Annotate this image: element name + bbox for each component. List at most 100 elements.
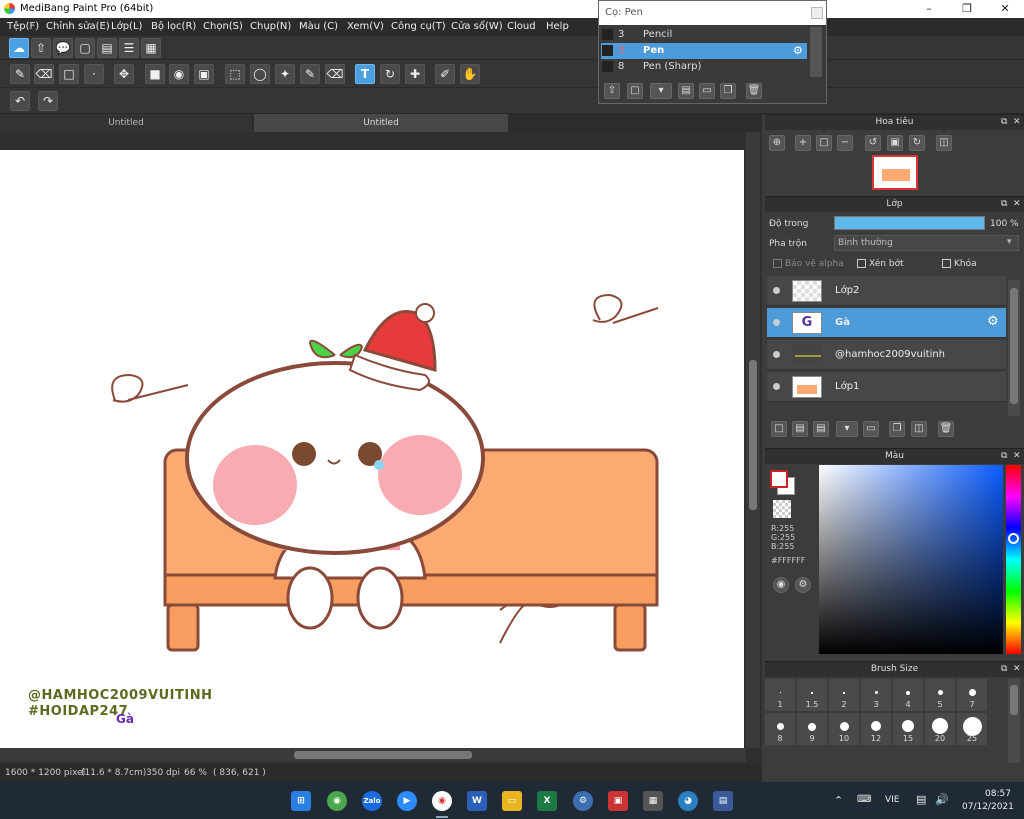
input-language[interactable]: VIE [885,795,900,805]
gradient-icon[interactable]: ▣ [194,64,214,84]
delete-brush-icon[interactable]: 🗑 [746,83,762,99]
layer-folder-icon[interactable]: ▭ [863,421,879,437]
opacity-slider[interactable] [834,216,985,230]
brush-icon[interactable]: ✎ [10,64,30,84]
protect-alpha-checkbox[interactable]: Bảo vệ alpha [773,259,844,269]
popout-icon[interactable]: ⧉ [1001,197,1007,212]
palette-icon[interactable]: ◉ [773,577,789,593]
menu-edit[interactable]: Chỉnh sửa(E) [46,21,110,32]
brush-size-cell[interactable]: 10 [829,713,859,745]
menu-tools[interactable]: Công cụ(T) [391,21,446,32]
canvas-vscroll-thumb[interactable] [749,360,757,510]
layer-row[interactable]: @hamhoc2009vuitinh [767,340,1006,370]
grid-icon[interactable]: ▦ [141,38,161,58]
brush-folder-icon[interactable]: ▭ [699,83,715,99]
layer-row[interactable]: G Gà ⚙ [767,308,1006,338]
undo-icon[interactable]: ↶ [10,91,30,111]
visibility-icon[interactable] [773,319,780,326]
brush-size-cell[interactable]: 5 [925,679,955,711]
brush-size-cell[interactable]: 20 [925,713,955,745]
menu-view[interactable]: Xem(V) [347,21,384,32]
canvas-hscroll[interactable] [0,748,746,762]
brush-popup-scrollbar[interactable] [810,27,822,77]
canvas-hscroll-thumb[interactable] [294,751,472,759]
popout-icon[interactable]: ⧉ [1001,662,1007,677]
clock-time[interactable]: 08:57 [985,789,1011,799]
hue-handle[interactable] [1008,533,1019,544]
visibility-icon[interactable] [773,351,780,358]
add-brush-cloud-icon[interactable]: ⇧ [604,83,620,99]
merge-layer-icon[interactable]: ◫ [911,421,927,437]
flip-icon[interactable]: ◫ [936,135,952,151]
brush-size-cell[interactable]: 1.5 [797,679,827,711]
app-green-icon[interactable]: ◉ [327,791,347,811]
layer-row[interactable]: Lớp1 [767,372,1006,402]
zalo-icon[interactable]: Zalo [362,791,382,811]
dot-icon[interactable]: ⋅ [84,64,104,84]
zoom-fit-icon[interactable]: ⊕ [769,135,785,151]
menu-filter[interactable]: Bộ lọc(R) [151,21,196,32]
fit-window-icon[interactable]: ▣ [887,135,903,151]
divide-icon[interactable]: ✚ [405,64,425,84]
globe-icon[interactable]: ◕ [678,791,698,811]
brush-popup-close[interactable] [811,7,823,19]
brush-size-cell[interactable]: 12 [861,713,891,745]
brush-size-scrollbar-thumb[interactable] [1010,685,1018,715]
hue-slider[interactable] [1006,465,1021,654]
rotate-left-icon[interactable]: ↺ [865,135,881,151]
clipping-checkbox[interactable]: Xén bớt [857,259,904,269]
eyedropper-icon[interactable]: ✐ [435,64,455,84]
redo-icon[interactable]: ↷ [38,91,58,111]
calculator-icon[interactable]: ▦ [643,791,663,811]
brush-size-cell[interactable]: 9 [797,713,827,745]
volume-icon[interactable]: 🔊 [935,793,949,806]
brush-settings-icon[interactable]: ▤ [678,83,694,99]
new-halftone-layer-icon[interactable]: ▤ [792,421,808,437]
hand-icon[interactable]: ✋ [460,64,480,84]
speech-bubble-icon[interactable]: 💬 [53,38,73,58]
excel-icon[interactable]: X [537,791,557,811]
tab-untitled-2[interactable]: Untitled [254,114,508,132]
close-icon[interactable]: ✕ [1013,115,1021,130]
app-red-icon[interactable]: ▣ [608,791,628,811]
settings-gear-icon[interactable]: ⚙ [573,791,593,811]
canvas-vscroll[interactable] [746,132,760,748]
brush-item-pen[interactable]: 3 Pen ⚙ [601,43,807,59]
menu-window[interactable]: Cửa sổ(W) [451,21,503,32]
cloud-icon[interactable]: ☁ [9,38,29,58]
palette-settings-icon[interactable]: ⚙ [795,577,811,593]
lock-checkbox[interactable]: Khóa [942,259,977,269]
actual-size-icon[interactable]: □ [816,135,832,151]
magic-wand-icon[interactable]: ✦ [275,64,295,84]
brush-size-cell[interactable]: 7 [957,679,987,711]
brush-item-pen-sharp[interactable]: 8 Pen (Sharp) [601,59,807,75]
clock-date[interactable]: 07/12/2021 [962,802,1014,812]
brush-size-cell[interactable]: 4 [893,679,923,711]
add-layer-dropdown-icon[interactable]: ▾ [836,421,858,437]
brush-size-cell[interactable]: 1 [765,679,795,711]
upload-icon[interactable]: ⇧ [31,38,51,58]
move-icon[interactable]: ✥ [114,64,134,84]
menu-select[interactable]: Chọn(S) [203,21,243,32]
maximize-button[interactable]: ❐ [948,0,986,18]
menu-layer[interactable]: Lớp(L) [111,21,142,32]
file-explorer-icon[interactable]: ▭ [502,791,522,811]
rotate-right-icon[interactable]: ↻ [909,135,925,151]
page-icon[interactable]: ▤ [97,38,117,58]
minimize-button[interactable]: – [910,0,948,18]
chrome-icon[interactable]: ◉ [432,791,452,811]
select-eraser-icon[interactable]: ⌫ [325,64,345,84]
close-button[interactable]: ✕ [986,0,1024,18]
gear-icon[interactable]: ⚙ [793,44,803,57]
menu-color[interactable]: Màu (C) [299,21,338,32]
popout-icon[interactable]: ⧉ [1001,115,1007,130]
zoom-app-icon[interactable]: ▶ [397,791,417,811]
brush-size-cell[interactable]: 8 [765,713,795,745]
layer-row[interactable]: Lớp2 [767,276,1006,306]
brush-size-cell[interactable]: 25 [957,713,987,745]
comment-icon[interactable]: ▢ [75,38,95,58]
new-8bit-layer-icon[interactable]: ▤ [813,421,829,437]
delete-layer-icon[interactable]: 🗑 [938,421,954,437]
eraser-icon[interactable]: ⌫ [34,64,54,84]
brush-size-cell[interactable]: 15 [893,713,923,745]
